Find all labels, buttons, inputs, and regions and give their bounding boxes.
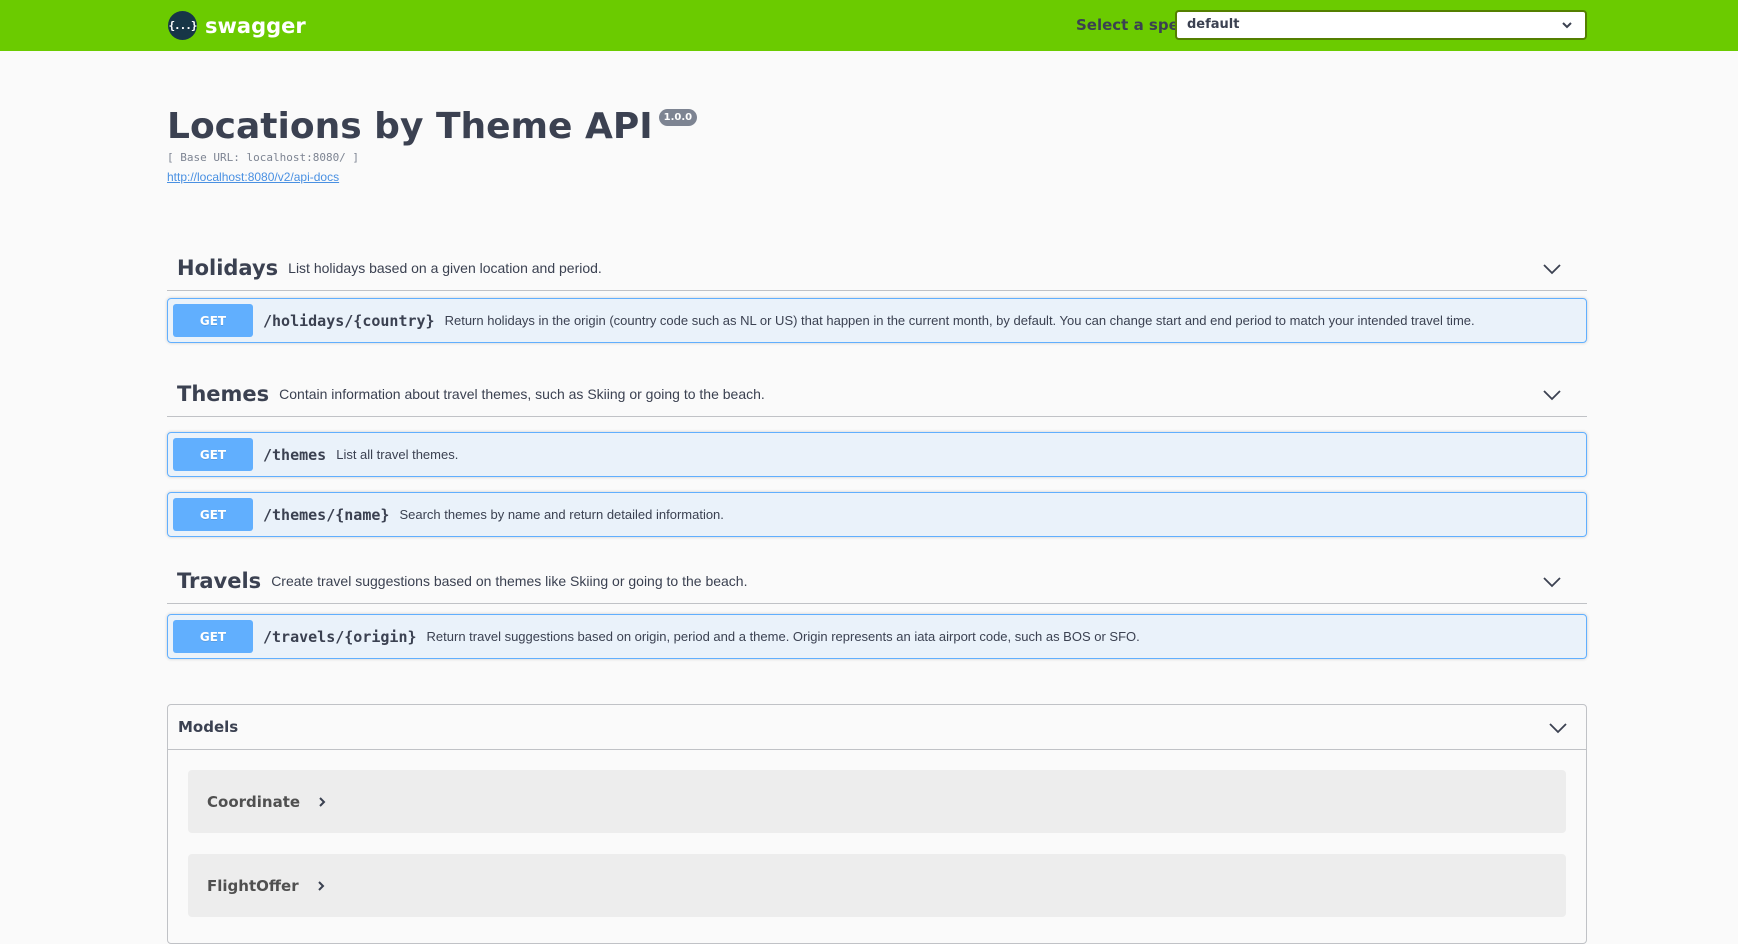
model-name: FlightOffer [207,876,299,895]
operation-get-travels[interactable]: GET /travels/{origin} Return travel sugg… [167,614,1587,659]
tag-description: Contain information about travel themes,… [279,386,765,402]
operation-path: /themes/{name} [263,505,390,524]
method-badge: GET [173,620,253,653]
models-header[interactable]: Models [168,705,1586,750]
base-url: [ Base URL: localhost:8080/ ] [167,151,360,164]
spec-select[interactable]: default [1175,10,1587,40]
tag-themes-header[interactable]: Themes Contain information about travel … [167,372,1587,417]
chevron-down-icon[interactable] [1542,572,1562,592]
operation-summary: List all travel themes. [336,447,459,462]
api-title-row: Locations by Theme API 1.0.0 [167,103,698,151]
tag-description: Create travel suggestions based on theme… [271,573,748,589]
tag-description: List holidays based on a given location … [288,260,602,276]
swagger-logo-icon: {...} [168,11,198,40]
spec-select-label: Select a spec [1076,16,1188,34]
operation-get-themes[interactable]: GET /themes List all travel themes. [167,432,1587,477]
swagger-logo[interactable]: {...} swagger [168,11,306,40]
chevron-down-icon[interactable] [1542,259,1562,279]
tag-travels-header[interactable]: Travels Create travel suggestions based … [167,559,1587,604]
chevron-down-icon [1562,22,1572,29]
chevron-right-icon[interactable] [316,796,328,808]
topbar: {...} swagger Select a spec default [0,0,1738,51]
operation-path: /travels/{origin} [263,627,417,646]
method-badge: GET [173,498,253,531]
version-badge: 1.0.0 [658,109,698,126]
model-flightoffer[interactable]: FlightOffer [188,854,1566,917]
model-name: Coordinate [207,792,301,811]
tag-holidays-header[interactable]: Holidays List holidays based on a given … [167,246,1587,291]
model-coordinate[interactable]: Coordinate [188,770,1566,833]
tag-name: Holidays [177,256,279,280]
tag-name: Travels [177,569,262,593]
operation-get-theme-by-name[interactable]: GET /themes/{name} Search themes by name… [167,492,1587,537]
models-section: Models Coordinate FlightOffer [167,704,1587,944]
api-title: Locations by Theme API [167,106,653,147]
operation-path: /holidays/{country} [263,311,435,330]
models-title: Models [178,718,239,736]
chevron-right-icon[interactable] [315,880,327,892]
chevron-down-icon[interactable] [1548,718,1568,738]
operation-path: /themes [263,445,327,464]
swagger-logo-text: swagger [205,13,306,38]
api-docs-link[interactable]: http://localhost:8080/v2/api-docs [167,170,339,184]
chevron-down-icon[interactable] [1542,385,1562,405]
operation-summary: Search themes by name and return detaile… [399,507,724,522]
operation-summary: Return travel suggestions based on origi… [426,629,1140,644]
spec-select-value: default [1187,17,1240,32]
operation-summary: Return holidays in the origin (country c… [444,313,1475,328]
method-badge: GET [173,304,253,337]
tag-name: Themes [177,382,270,406]
method-badge: GET [173,438,253,471]
operation-get-holidays[interactable]: GET /holidays/{country} Return holidays … [167,298,1587,343]
